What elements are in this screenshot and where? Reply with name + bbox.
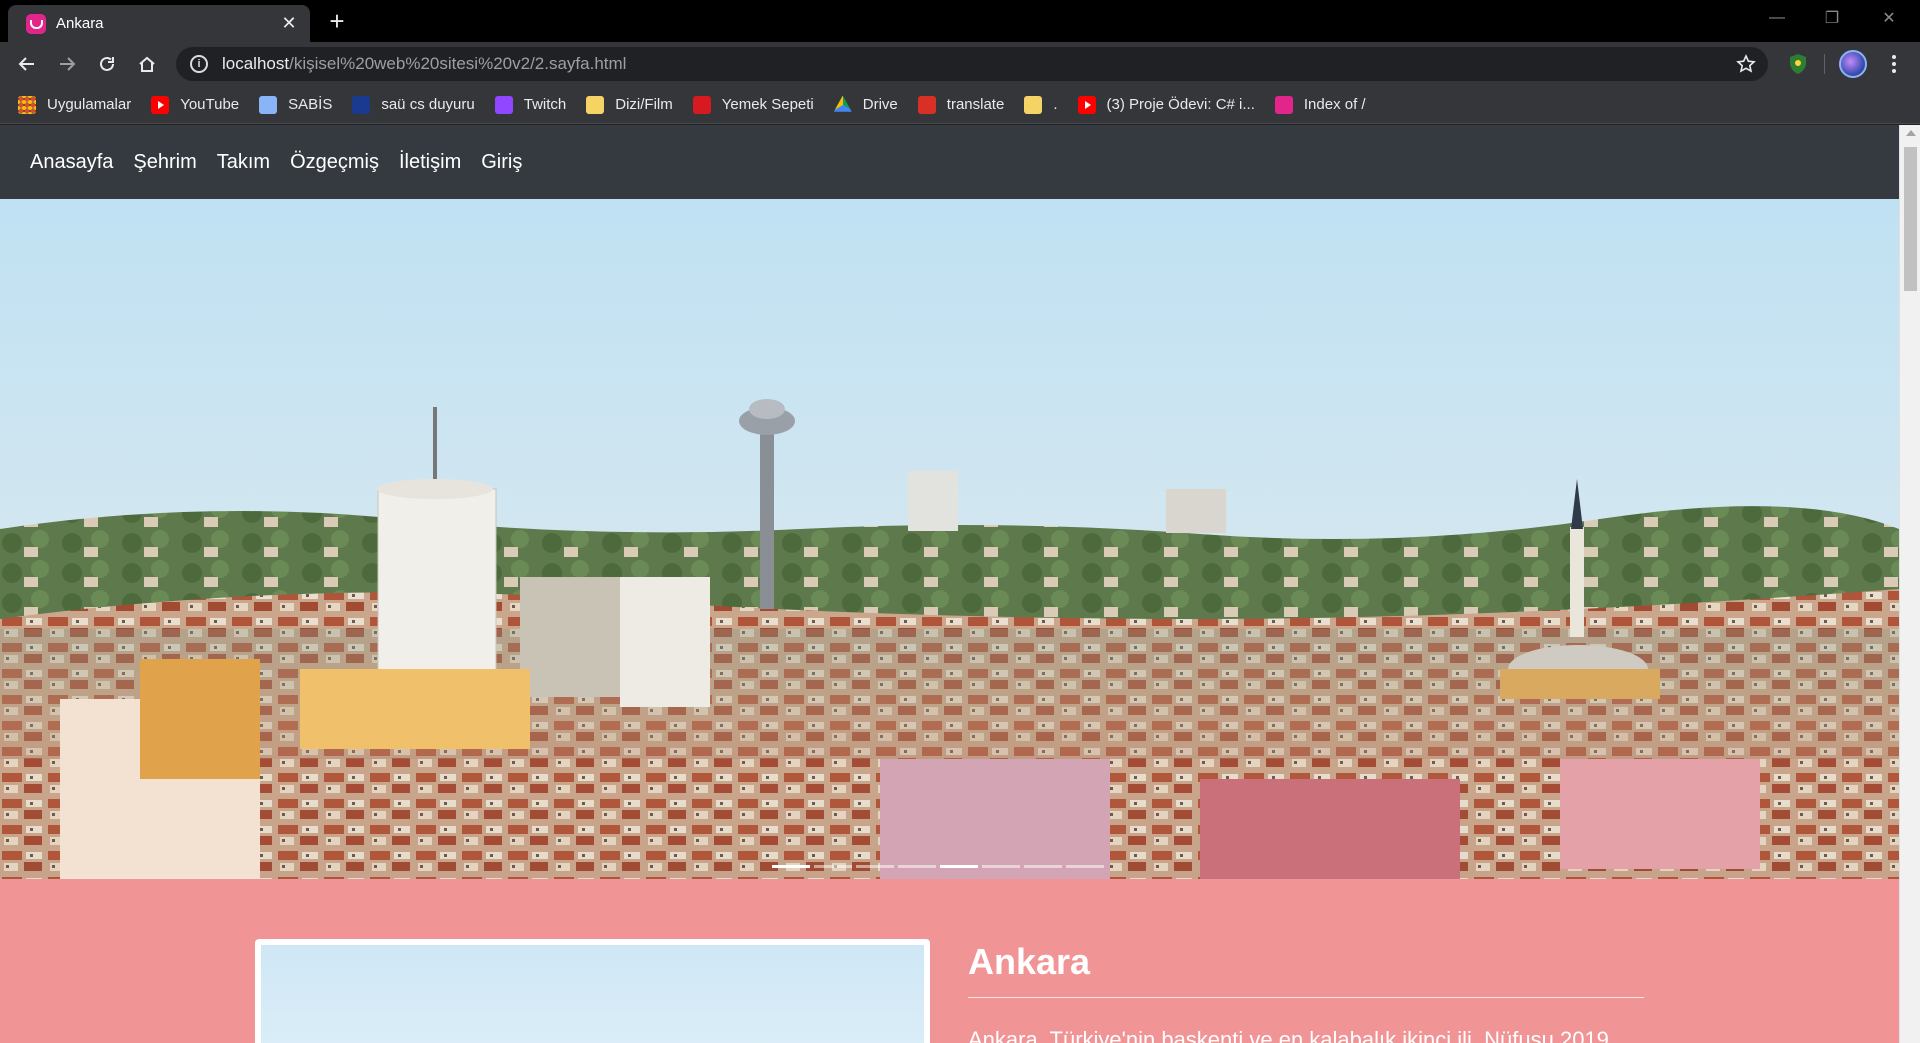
city-carousel[interactable]	[0, 199, 1899, 879]
nav-anasayfa[interactable]: Anasayfa	[30, 151, 113, 174]
carousel-indicator[interactable]	[898, 865, 936, 868]
bookmark-label: Dizi/Film	[615, 96, 673, 113]
yemeksepeti-icon	[692, 95, 711, 114]
new-tab-button[interactable]: +	[322, 8, 352, 36]
page-viewport: Anasayfa Şehrim Takım Özgeçmiş İletişim …	[0, 125, 1899, 1043]
bookmark-yemek-sepeti[interactable]: Yemek Sepeti	[692, 95, 814, 114]
reload-icon	[100, 56, 114, 71]
nav-takim[interactable]: Takım	[217, 151, 270, 174]
browser-tab[interactable]: Ankara ✕	[8, 5, 310, 42]
extension-shield-icon[interactable]	[1786, 52, 1810, 76]
document-icon	[259, 95, 278, 114]
youtube-icon	[1077, 95, 1096, 114]
carousel-next-button[interactable]	[1730, 499, 1770, 579]
browser-menu-icon[interactable]	[1880, 50, 1908, 78]
bookmark-uygulamalar[interactable]: Uygulamalar	[18, 95, 132, 114]
forward-arrow-icon	[60, 57, 76, 71]
url-path: /kişisel%20web%20sitesi%20v2/2.sayfa.htm…	[289, 54, 627, 73]
back-arrow-icon	[18, 57, 34, 71]
title-divider	[968, 997, 1644, 998]
carousel-indicator[interactable]	[1066, 865, 1104, 868]
reload-button[interactable]	[91, 48, 123, 80]
city-description: Ankara, Türkiye'nin başkenti ve en kalab…	[968, 1027, 1609, 1043]
forward-button[interactable]	[51, 48, 83, 80]
apps-icon	[18, 95, 36, 114]
bookmark-star-icon[interactable]	[1736, 54, 1756, 74]
bookmark-twitch[interactable]: Twitch	[494, 95, 567, 114]
bookmark-sabis[interactable]: SABİS	[259, 95, 333, 114]
carousel-indicator[interactable]	[856, 865, 894, 868]
browser-toolbar: i localhost/kişisel%20web%20sitesi%20v2/…	[0, 42, 1920, 86]
bookmark-label: YouTube	[180, 96, 240, 113]
city-section: Ankara Ankara, Türkiye'nin başkenti ve e…	[0, 879, 1899, 1043]
bookmark-dot-folder[interactable]: .	[1024, 95, 1058, 114]
bookmark-sau-cs-duyuru[interactable]: saü cs duyuru	[352, 95, 475, 114]
bookmark-label: Yemek Sepeti	[721, 96, 814, 113]
carousel-indicator[interactable]	[940, 865, 978, 868]
tab-title: Ankara	[56, 15, 104, 32]
bookmark-label: Uygulamalar	[47, 96, 132, 113]
tab-close-icon[interactable]: ✕	[278, 13, 300, 35]
page-scrollbar[interactable]	[1899, 125, 1920, 1043]
twitch-icon	[494, 95, 513, 114]
carousel-indicator[interactable]	[982, 865, 1020, 868]
bookmark-label: Drive	[862, 96, 898, 113]
city-photo	[261, 945, 924, 1043]
bookmark-label: Twitch	[523, 96, 567, 113]
bookmark-index-of[interactable]: Index of /	[1274, 95, 1366, 114]
nav-sehrim[interactable]: Şehrim	[133, 151, 196, 174]
home-icon	[139, 56, 155, 72]
browser-tab-strip: Ankara ✕ + — ❐ ✕	[0, 0, 1920, 42]
window-close-button[interactable]: ✕	[1862, 0, 1916, 36]
site-icon	[352, 95, 371, 114]
bookmark-drive[interactable]: Drive	[833, 95, 898, 114]
toolbar-divider	[1824, 54, 1825, 74]
url-host: localhost	[222, 54, 290, 73]
drive-icon	[833, 95, 852, 112]
back-button[interactable]	[11, 48, 43, 80]
nav-giris[interactable]: Giriş	[481, 151, 522, 174]
restore-button[interactable]: ❐	[1805, 0, 1859, 36]
bookmark-translate[interactable]: translate	[917, 95, 1005, 114]
site-favicon-icon	[26, 13, 46, 34]
bookmark-youtube[interactable]: YouTube	[151, 95, 240, 114]
folder-icon	[586, 95, 605, 114]
nav-iletisim[interactable]: İletişim	[399, 151, 461, 174]
bookmark-label: SABİS	[288, 96, 333, 113]
carousel-indicators	[772, 865, 1104, 868]
minimize-button[interactable]: —	[1750, 0, 1804, 36]
site-info-icon[interactable]: i	[190, 55, 208, 73]
site-navbar: Anasayfa Şehrim Takım Özgeçmiş İletişim …	[0, 125, 1899, 199]
bookmark-label: translate	[946, 96, 1005, 113]
city-photo-card	[255, 939, 930, 1043]
bookmark-label: Index of /	[1303, 96, 1366, 113]
bookmark-label: saü cs duyuru	[381, 96, 475, 113]
address-bar[interactable]: i localhost/kişisel%20web%20sitesi%20v2/…	[176, 47, 1768, 81]
bookmarks-bar: Uygulamalar YouTube SABİS saü cs duyuru …	[0, 86, 1920, 124]
bookmark-proje-odevi[interactable]: (3) Proje Ödevi: C# i...	[1077, 95, 1255, 114]
bookmark-label: (3) Proje Ödevi: C# i...	[1106, 96, 1255, 113]
carousel-indicator[interactable]	[814, 865, 852, 868]
scroll-up-arrow-icon[interactable]	[1906, 130, 1916, 136]
carousel-indicator[interactable]	[772, 865, 810, 868]
city-title: Ankara	[968, 941, 1091, 982]
profile-avatar[interactable]	[1839, 50, 1867, 78]
home-button[interactable]	[131, 48, 163, 80]
scroll-thumb[interactable]	[1904, 147, 1917, 291]
youtube-icon	[151, 95, 170, 114]
carousel-indicator[interactable]	[1024, 865, 1062, 868]
ankara-skyline-image	[0, 199, 1899, 879]
translate-icon	[917, 95, 936, 114]
url-text[interactable]: localhost/kişisel%20web%20sitesi%20v2/2.…	[222, 54, 626, 74]
bookmark-label: .	[1053, 96, 1058, 113]
index-icon	[1274, 95, 1293, 114]
nav-ozgecmis[interactable]: Özgeçmiş	[290, 151, 379, 174]
bookmark-dizi-film[interactable]: Dizi/Film	[586, 95, 673, 114]
folder-icon	[1024, 95, 1043, 114]
carousel-prev-button[interactable]	[130, 499, 170, 579]
